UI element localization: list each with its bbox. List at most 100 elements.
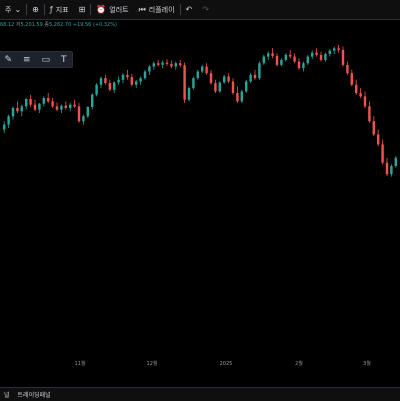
candlestick xyxy=(139,76,142,85)
text-icon[interactable]: T xyxy=(61,55,67,65)
candlestick xyxy=(104,74,107,85)
align-icon[interactable]: ≡ xyxy=(23,55,31,65)
candle-body xyxy=(319,54,323,60)
candlestick xyxy=(319,51,323,62)
candlestick xyxy=(29,94,32,107)
candlestick xyxy=(302,61,305,72)
candlestick xyxy=(112,81,116,94)
drawing-toolbar: ✎ ≡ ▭ T xyxy=(0,51,73,68)
candle-body xyxy=(46,98,50,102)
candlestick xyxy=(381,139,384,165)
candlestick xyxy=(262,54,266,65)
candle-body xyxy=(262,56,266,64)
candlestick xyxy=(214,79,217,94)
candlestick xyxy=(170,60,173,69)
candle-body xyxy=(275,55,279,65)
x-axis-tick-label: 12월 xyxy=(147,360,158,367)
candle-body xyxy=(306,56,310,64)
candlestick xyxy=(38,103,41,113)
brush-icon[interactable]: ✎ xyxy=(4,55,12,65)
candlestick xyxy=(90,93,94,110)
candle-body xyxy=(183,65,186,100)
candle-body xyxy=(390,166,393,175)
candlestick xyxy=(280,58,283,67)
candle-body xyxy=(112,82,116,90)
candle-body xyxy=(68,104,72,108)
candle-body xyxy=(29,99,32,105)
candlestick xyxy=(7,114,10,128)
candlestick xyxy=(196,69,200,80)
candle-body xyxy=(99,78,103,85)
candle-body xyxy=(42,98,46,104)
candle-body xyxy=(376,134,380,145)
bottom-left-label[interactable]: 널 xyxy=(0,390,14,399)
candlestick xyxy=(297,58,301,70)
candlestick xyxy=(24,98,28,110)
candlestick xyxy=(324,52,327,62)
rectangle-icon[interactable]: ▭ xyxy=(42,55,51,65)
candle-body xyxy=(385,162,389,175)
close-value: 5,262.70 xyxy=(49,22,72,28)
candle-body xyxy=(288,54,292,57)
candle-body xyxy=(152,63,156,67)
candlestick xyxy=(2,121,6,133)
candle-body xyxy=(332,48,336,51)
candlestick xyxy=(42,96,46,107)
candle-body xyxy=(82,116,85,122)
candlestick xyxy=(293,53,296,64)
candlestick xyxy=(187,86,191,102)
candle-body xyxy=(310,52,314,57)
candlestick xyxy=(178,59,182,68)
candle-body xyxy=(51,101,54,107)
candlestick xyxy=(183,62,186,103)
candlestick xyxy=(117,76,120,85)
candle-body xyxy=(60,105,63,110)
candle-body xyxy=(350,73,354,85)
high-value: 5,201.59 xyxy=(20,22,43,28)
candlestick xyxy=(143,69,147,80)
candle-body xyxy=(363,96,367,107)
candlestick xyxy=(244,79,248,94)
candle-body xyxy=(187,88,191,100)
candlestick xyxy=(200,64,204,74)
candlestick xyxy=(73,99,76,108)
candlestick xyxy=(121,73,125,84)
candle-body xyxy=(231,81,235,94)
candlestick xyxy=(161,60,164,69)
candlestick xyxy=(108,79,112,92)
candlestick xyxy=(16,101,19,113)
candlestick xyxy=(376,129,380,147)
candle-body xyxy=(394,157,398,166)
candlestick xyxy=(152,61,156,70)
candle-body xyxy=(16,107,19,112)
candle-body xyxy=(90,94,94,107)
candlestick xyxy=(51,98,54,108)
open-value: 68.12 xyxy=(0,22,15,28)
candlestick xyxy=(359,88,362,99)
trading-panel-tab[interactable]: 트레이딩패널 xyxy=(14,390,55,399)
candle-body xyxy=(315,52,318,55)
candlestick xyxy=(306,54,310,65)
candle-body xyxy=(346,64,349,74)
candlestick xyxy=(288,49,292,59)
candlestick xyxy=(148,64,151,75)
candle-body xyxy=(24,99,28,107)
candle-body xyxy=(55,106,59,110)
candlestick xyxy=(222,74,226,84)
candle-body xyxy=(38,103,41,110)
candlestick xyxy=(350,69,354,87)
candlestick xyxy=(385,157,389,176)
candle-body xyxy=(368,106,371,122)
candlestick xyxy=(156,59,160,67)
candle-body xyxy=(236,93,239,102)
candle-body xyxy=(7,116,10,125)
candle-body xyxy=(218,82,222,92)
candlestick xyxy=(174,61,178,70)
x-axis-tick-label: 11월 xyxy=(75,360,86,367)
candlestick xyxy=(64,101,68,110)
candle-body xyxy=(165,62,169,64)
candle-body xyxy=(178,63,182,66)
candlestick xyxy=(372,116,376,137)
candlestick xyxy=(77,103,81,123)
change-value: +19.56 (+0.32%) xyxy=(72,22,117,28)
